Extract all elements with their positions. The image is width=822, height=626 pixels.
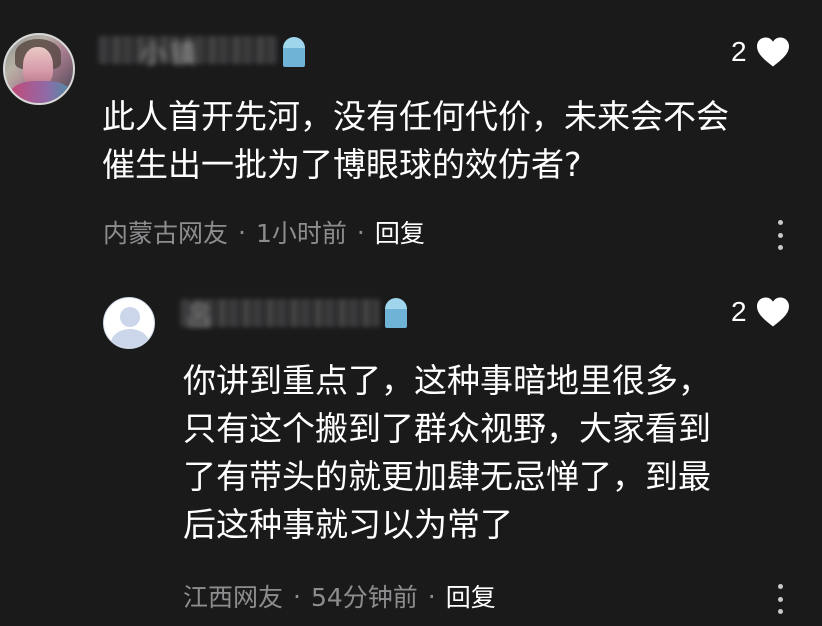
comment-text: 此人首开先河，没有任何代价，未来会不会 催生出一批为了博眼球的效仿者? xyxy=(102,97,729,184)
meta-separator: · xyxy=(356,217,365,247)
reply-time: 54分钟前 xyxy=(310,583,418,612)
replier-name[interactable]: 吕 xyxy=(186,296,216,333)
more-vertical-icon[interactable] xyxy=(776,220,784,250)
comment-time: 1小时前 xyxy=(255,219,347,248)
commenter-name[interactable]: 小镇 xyxy=(140,34,200,71)
heart-icon xyxy=(756,37,789,67)
reply-meta: 江西网友 · 54分钟前 · 回复 xyxy=(183,578,496,614)
level-badge-icon xyxy=(385,298,407,328)
heart-icon xyxy=(756,297,789,327)
reply-text: 你讲到重点了，这种事暗地里很多， 只有这个搬到了群众视野，大家看到 了有带头的就… xyxy=(183,361,711,544)
comment-meta: 内蒙古网友 · 1小时前 · 回复 xyxy=(103,214,425,250)
meta-separator: · xyxy=(238,217,246,247)
reply-reply-button[interactable]: 回复 xyxy=(446,578,496,614)
reply-like-count: 2 xyxy=(731,296,747,327)
more-vertical-icon[interactable] xyxy=(776,584,784,614)
reply-location: 江西网友 xyxy=(183,583,284,612)
meta-separator: · xyxy=(293,581,301,611)
comment-thread: 小镇 2 此人首开先河，没有任何代价，未来会不会 催生出一批为了博眼球的效仿者?… xyxy=(0,0,822,626)
commenter-avatar[interactable] xyxy=(3,33,75,105)
comment-like-count: 2 xyxy=(731,36,747,67)
replier-avatar[interactable] xyxy=(103,297,155,349)
comment-location: 内蒙古网友 xyxy=(103,219,229,248)
comment-like-button[interactable]: 2 xyxy=(731,36,791,68)
reply-like-button[interactable]: 2 xyxy=(731,296,791,328)
comment-reply-button[interactable]: 回复 xyxy=(375,214,425,250)
meta-separator: · xyxy=(427,581,436,611)
level-badge-icon xyxy=(283,37,305,67)
